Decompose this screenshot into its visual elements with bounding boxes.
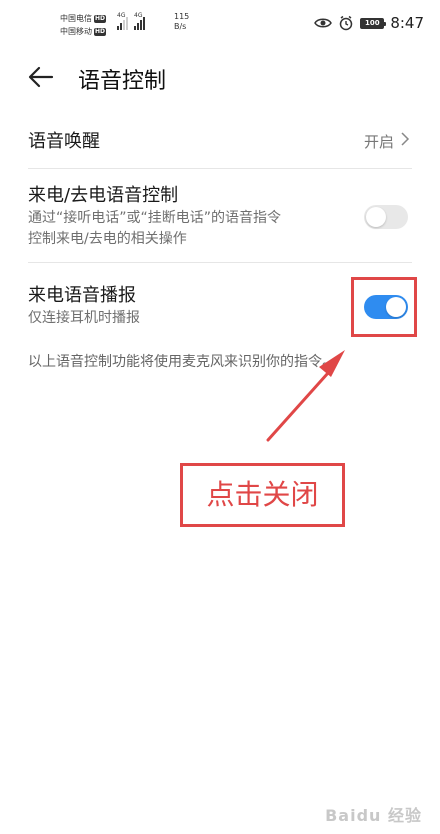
carrier-2-hd-badge: HD: [94, 27, 107, 36]
footer-note: 以上语音控制功能将使用麦克风来识别你的指令。: [28, 354, 336, 370]
page-header: 语音控制: [0, 56, 440, 100]
voice-wakeup-label: 语音唤醒: [28, 131, 100, 152]
carrier-row-1: 中国电信 HD: [60, 12, 107, 25]
status-right-group: 100 8:47: [314, 14, 424, 32]
chevron-right-icon: [400, 130, 410, 154]
call-voice-control-description-line-1: 通过“接听电话”或“挂断电话”的语音指令: [28, 210, 282, 226]
annotation-callout-text: 点击关闭: [206, 478, 319, 511]
clock: 8:47: [390, 14, 424, 32]
carrier-info: 中国电信 HD 中国移动 HD: [60, 12, 107, 38]
call-voice-control-label: 来电/去电语音控制: [28, 185, 179, 206]
signal-group: 4G 4G: [117, 12, 145, 30]
annotation-highlight-box: [351, 277, 417, 337]
carrier-2-name: 中国移动: [60, 27, 92, 36]
back-arrow-icon[interactable]: [28, 66, 54, 88]
eye-icon: [314, 17, 333, 29]
carrier-1-name: 中国电信: [60, 14, 92, 23]
alarm-icon: [338, 15, 354, 31]
voice-wakeup-status: 开启: [363, 133, 394, 151]
call-voice-control-description-line-2: 控制来电/去电的相关操作: [28, 231, 187, 247]
signal-strength-icon-1: 4G: [117, 12, 128, 30]
call-voice-control-row[interactable]: 来电/去电语音控制 通过“接听电话”或“挂断电话”的语音指令 控制来电/去电的相…: [28, 184, 410, 248]
battery-level-text: 100: [365, 18, 380, 27]
signal-1-network-label: 4G: [117, 12, 126, 19]
signal-strength-icon-2: 4G: [134, 12, 145, 30]
baidu-watermark: Baidu 经验: [325, 806, 422, 825]
status-bar: 中国电信 HD 中国移动 HD 4G 4G 115 B/s 100 8:47: [0, 0, 440, 44]
call-voice-control-toggle[interactable]: [364, 205, 408, 229]
network-speed: 115 B/s: [174, 12, 189, 32]
battery-icon: 100: [360, 17, 387, 29]
network-speed-value: 115: [174, 12, 190, 21]
voice-wakeup-value: 开启: [364, 130, 410, 154]
voice-wakeup-row[interactable]: 语音唤醒 开启: [28, 130, 410, 154]
toggle-knob: [366, 207, 386, 227]
row-divider-2: [28, 262, 412, 263]
signal-2-network-label: 4G: [134, 12, 143, 19]
carrier-1-hd-badge: HD: [94, 14, 107, 23]
annotation-callout: 点击关闭: [180, 463, 345, 527]
network-speed-unit: B/s: [174, 22, 187, 31]
page-title: 语音控制: [78, 69, 167, 94]
carrier-row-2: 中国移动 HD: [60, 25, 107, 38]
annotation-arrow: [266, 350, 345, 442]
row-divider-1: [28, 168, 412, 169]
